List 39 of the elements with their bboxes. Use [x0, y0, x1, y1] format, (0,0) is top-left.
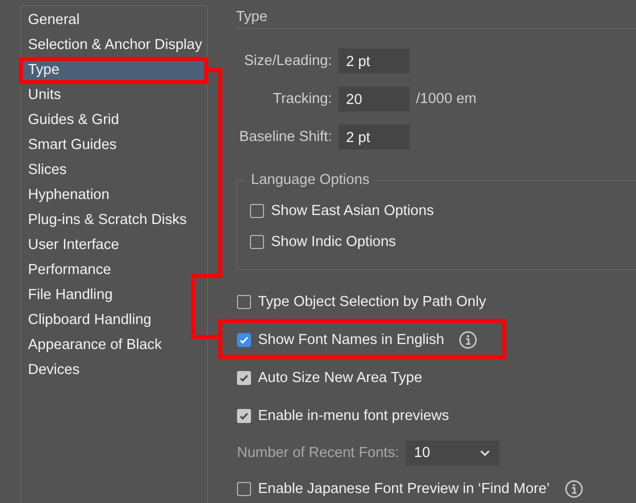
- unit-label: /1000 em: [416, 91, 476, 107]
- checkbox[interactable]: [237, 482, 251, 496]
- field-label: Baseline Shift:: [239, 129, 332, 145]
- checkbox-label: Show Font Names in English: [258, 332, 444, 348]
- checkbox[interactable]: [250, 204, 264, 218]
- checkbox[interactable]: [237, 295, 251, 309]
- info-icon[interactable]: [459, 331, 478, 349]
- sidebar-item[interactable]: Performance: [22, 258, 206, 283]
- sidebar-item[interactable]: Smart Guides: [22, 133, 206, 158]
- input-field[interactable]: 2 pt: [338, 124, 410, 150]
- checkbox-label: Show East Asian Options: [271, 202, 434, 218]
- checkbox-label: Type Object Selection by Path Only: [258, 294, 486, 310]
- checkbox-label: Enable Japanese Font Preview in ‘Find More’: [258, 481, 550, 497]
- field-label: Size/Leading:: [244, 53, 332, 69]
- sidebar-item[interactable]: File Handling: [22, 283, 206, 308]
- checkbox-label: Show Indic Options: [271, 234, 396, 250]
- group-title: Language Options: [247, 171, 374, 189]
- sidebar-item[interactable]: General: [22, 8, 206, 33]
- sidebar-item[interactable]: Devices: [22, 358, 206, 383]
- font-count-dropdown[interactable]: 10: [405, 440, 500, 466]
- checkbox-label: Auto Size New Area Type: [258, 370, 422, 386]
- checkbox[interactable]: [250, 234, 264, 248]
- sidebar-item[interactable]: Clipboard Handling: [22, 308, 206, 333]
- sidebar-item[interactable]: Selection & Anchor Display: [22, 33, 206, 58]
- info-icon[interactable]: [564, 480, 583, 498]
- input-field[interactable]: 20: [338, 86, 410, 112]
- section-title: Type: [234, 6, 636, 29]
- sidebar-item[interactable]: Units: [22, 83, 206, 108]
- sidebar-item[interactable]: User Interface: [22, 233, 206, 258]
- checkbox-label: Enable in-menu font previews: [258, 408, 450, 424]
- dropdown-label: Number of Recent Fonts:: [237, 444, 399, 460]
- sidebar-item[interactable]: Guides & Grid: [22, 108, 206, 133]
- input-field[interactable]: 2 pt: [338, 48, 410, 74]
- sidebar-item[interactable]: Appearance of Black: [22, 333, 206, 358]
- chevron-down-icon: [480, 450, 490, 456]
- sidebar-item[interactable]: Hyphenation: [22, 183, 206, 208]
- sidebar-item[interactable]: Slices: [22, 158, 206, 183]
- field-label: Tracking:: [272, 91, 332, 107]
- sidebar-item[interactable]: Plug-ins & Scratch Disks: [22, 208, 206, 233]
